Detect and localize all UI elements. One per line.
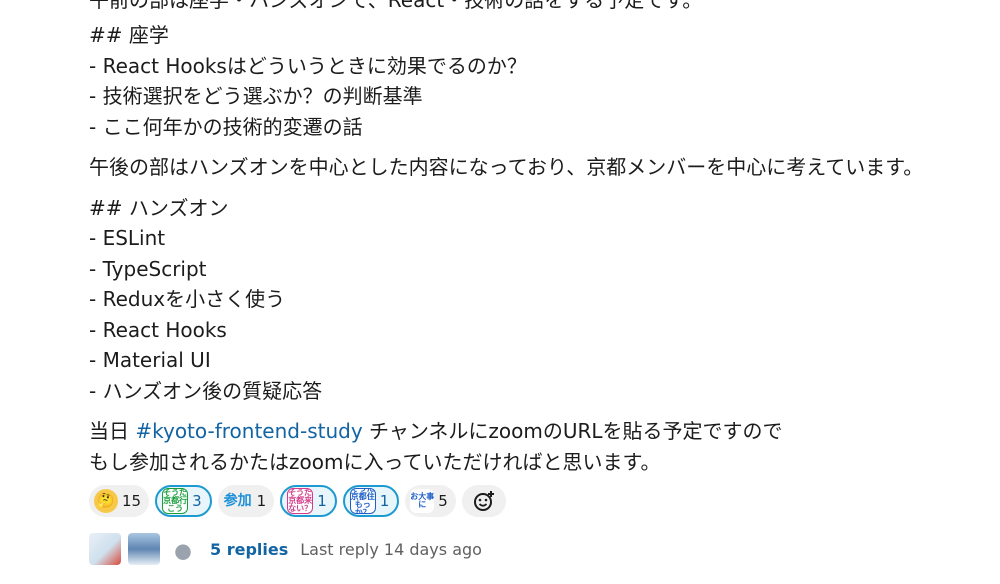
list-item: - TypeScript	[89, 256, 207, 281]
list-item: - ESLint	[89, 226, 166, 250]
thinking-face-icon: 🤔	[94, 489, 118, 513]
add-reaction-icon	[473, 491, 494, 511]
reaction-count: 1	[256, 492, 267, 510]
list-item: - React Hooks	[89, 317, 227, 342]
section-heading: ## ハンズオン	[89, 195, 229, 220]
reaction-count: 5	[438, 492, 448, 510]
avatar	[89, 533, 121, 565]
reaction-thinking-face[interactable]: 🤔 15	[89, 485, 150, 517]
reaction-soudakyoto-konai[interactable]: そうだ京都来ない？ 1	[280, 485, 337, 517]
list-item: - 技術選択をどう選ぶか？の判断基準	[89, 84, 423, 108]
reactions-bar: 🤔 15 そうだ京都行こう 3 参加 1 そうだ京都来ない？ 1 そうだ京都住も…	[89, 485, 506, 517]
reaction-count: 1	[317, 492, 327, 510]
closing-line-1: 当日 #kyoto-frontend-study チャンネルにzoomのURLを…	[89, 419, 783, 443]
odaijini-icon: お大事に	[410, 489, 435, 513]
add-reaction-button[interactable]	[461, 485, 506, 517]
soudakyoto-sumokka-icon: そうだ京都住もっか？	[349, 488, 376, 514]
avatar	[167, 533, 199, 565]
last-reply-time: Last reply 14 days ago	[300, 539, 482, 559]
replies-link[interactable]: 5 replies	[210, 540, 288, 559]
closing-line-2: もし参加されるかたはzoomに入っていただければと思います。	[89, 449, 661, 474]
soudakyoto-konai-icon: そうだ京都来ない？	[287, 488, 314, 514]
list-item: - Reduxを小さく使う	[89, 287, 286, 311]
reaction-count: 1	[379, 492, 390, 510]
afternoon-note: 午後の部はハンズオンを中心とした内容になっており、京都メンバーを中心に考えていま…	[89, 155, 924, 179]
avatar	[128, 533, 160, 565]
reaction-count: 3	[192, 492, 202, 510]
reaction-soudakyoto-sumokka[interactable]: そうだ京都住もっか？ 1	[342, 485, 400, 517]
list-item: - ハンズオン後の質疑応答	[89, 378, 323, 403]
reaction-odaijini[interactable]: お大事に 5	[405, 485, 456, 517]
soudakyoto-ikou-icon: そうだ京都行こう	[162, 488, 189, 514]
list-item: - Material UI	[89, 348, 211, 372]
message-body: ## 座学 - React Hooksはどういうときに効果でるのか？ - 技術選…	[89, 20, 989, 477]
section-heading: ## 座学	[89, 23, 169, 47]
reaction-sanka[interactable]: 参加 1	[217, 485, 275, 517]
thread-summary[interactable]: 5 replies Last reply 14 days ago	[89, 533, 482, 565]
sanka-icon: 参加	[223, 493, 252, 509]
reaction-soudakyoto-ikou[interactable]: そうだ京都行こう 3	[155, 485, 212, 517]
channel-link[interactable]: #kyoto-frontend-study	[135, 419, 362, 443]
reaction-count: 15	[122, 492, 142, 510]
cut-top-line: 午前の部は座学・ハンズオンで、React・技術の話をする予定です。	[89, 0, 703, 12]
list-item: - ここ何年かの技術的変遷の話	[89, 114, 363, 139]
list-item: - React Hooksはどういうときに効果でるのか？	[89, 53, 527, 78]
